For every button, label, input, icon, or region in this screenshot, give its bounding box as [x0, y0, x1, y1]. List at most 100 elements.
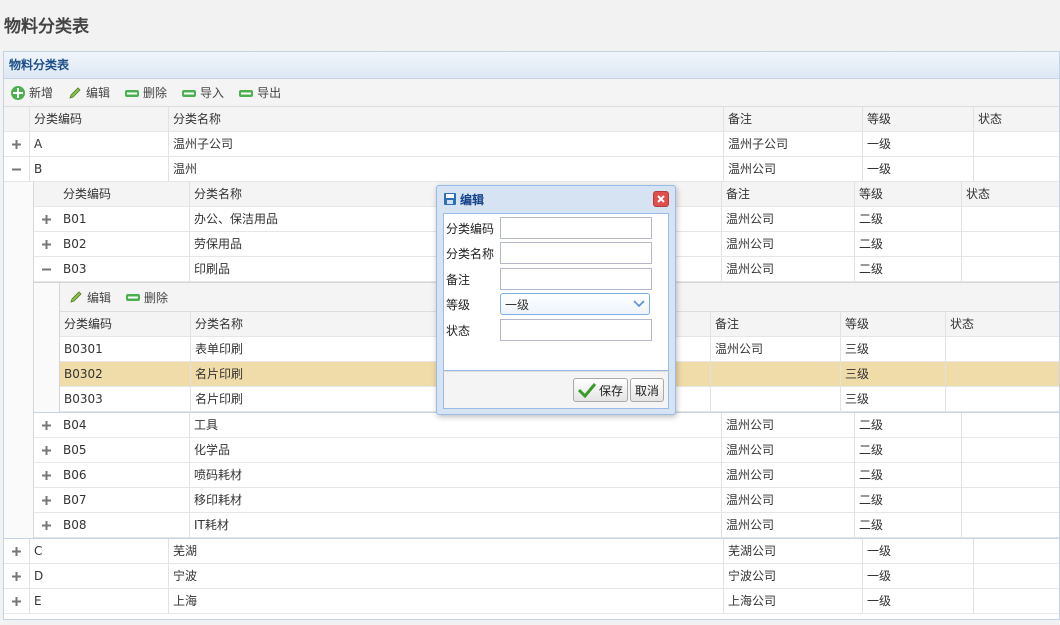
- collapse-toggle[interactable]: [35, 257, 57, 281]
- column-header-level[interactable]: 等级: [854, 182, 961, 206]
- expand-toggle[interactable]: [35, 232, 57, 256]
- import-button[interactable]: 导入: [181, 84, 224, 101]
- table-row[interactable]: B 温州 温州公司 一级: [4, 157, 1059, 182]
- cell-code: B01: [63, 212, 87, 226]
- remark-label: 备注: [446, 272, 471, 287]
- expand-toggle[interactable]: [35, 488, 57, 512]
- expand-icon: [41, 420, 51, 430]
- cell-remark: 温州公司: [721, 207, 854, 231]
- expand-icon: [11, 546, 21, 556]
- column-header-status[interactable]: 状态: [973, 107, 1059, 131]
- level-select[interactable]: 一级: [500, 293, 650, 315]
- edit-label: 编辑: [86, 86, 111, 100]
- column-header-level[interactable]: 等级: [840, 312, 945, 336]
- export-button[interactable]: 导出: [238, 84, 281, 101]
- close-button[interactable]: [653, 191, 669, 207]
- table-row[interactable]: E 上海 上海公司 一级: [4, 589, 1059, 614]
- save-label: 保存: [599, 383, 624, 398]
- cell-name: 移印耗材: [189, 488, 721, 512]
- table-row[interactable]: A 温州子公司 温州子公司 一级: [4, 132, 1059, 157]
- name-input[interactable]: [500, 242, 652, 264]
- cell-status: [973, 564, 1059, 588]
- table-row[interactable]: C 芜湖 芜湖公司 一级: [4, 539, 1059, 564]
- table-row[interactable]: B06 喷码耗材 温州公司 二级: [34, 463, 1059, 488]
- cell-level: 三级: [840, 337, 945, 361]
- expand-toggle[interactable]: [35, 438, 57, 462]
- expand-toggle[interactable]: [35, 513, 57, 537]
- cell-level: 一级: [862, 564, 973, 588]
- table-row[interactable]: D 宁波 宁波公司 一级: [4, 564, 1059, 589]
- cell-code: B07: [63, 493, 87, 507]
- cell-name: 工具: [189, 413, 721, 437]
- expand-toggle[interactable]: [35, 207, 57, 231]
- cell-code: B0301: [64, 342, 103, 356]
- cell-code: B03: [63, 262, 87, 276]
- cell-status: [961, 257, 1059, 281]
- cell-status: [973, 132, 1059, 156]
- expand-icon: [41, 239, 51, 249]
- expand-toggle[interactable]: [5, 539, 27, 563]
- delete-icon: [126, 294, 141, 301]
- delete-button[interactable]: 删除: [125, 289, 168, 306]
- collapse-toggle[interactable]: [5, 157, 27, 181]
- save-button[interactable]: 保存: [573, 378, 629, 402]
- status-input[interactable]: [500, 319, 652, 341]
- column-header-status[interactable]: 状态: [961, 182, 1059, 206]
- remark-input[interactable]: [500, 268, 652, 290]
- column-header-remark[interactable]: 备注: [710, 312, 840, 336]
- add-button[interactable]: 新增: [10, 84, 53, 101]
- table-row[interactable]: B07 移印耗材 温州公司 二级: [34, 488, 1059, 513]
- expand-toggle[interactable]: [5, 589, 27, 613]
- delete-label: 删除: [143, 86, 168, 100]
- expand-toggle[interactable]: [5, 564, 27, 588]
- column-header-remark[interactable]: 备注: [723, 107, 862, 131]
- expand-icon: [41, 445, 51, 455]
- cell-name: 上海: [168, 589, 723, 613]
- column-header-level[interactable]: 等级: [862, 107, 973, 131]
- import-icon: [182, 89, 197, 97]
- column-header-code[interactable]: 分类编码: [59, 182, 189, 206]
- cell-name: 芜湖: [168, 539, 723, 563]
- expand-toggle[interactable]: [35, 463, 57, 487]
- expand-icon: [11, 571, 21, 581]
- edit-button[interactable]: 编辑: [68, 289, 111, 306]
- cell-status: [961, 463, 1059, 487]
- expand-icon: [41, 470, 51, 480]
- dialog-title-bar[interactable]: 编辑: [437, 186, 675, 212]
- expand-toggle[interactable]: [35, 413, 57, 437]
- cell-remark: 温州公司: [723, 157, 862, 181]
- cell-remark: [710, 362, 840, 386]
- cell-level: 二级: [854, 513, 961, 537]
- column-header-code[interactable]: 分类编码: [29, 107, 168, 131]
- cell-name: 化学品: [189, 438, 721, 462]
- cell-level: 一级: [862, 132, 973, 156]
- check-icon: [578, 383, 596, 398]
- column-header-code[interactable]: 分类编码: [60, 312, 190, 336]
- cell-level: 三级: [840, 362, 945, 386]
- table-header-row: 分类编码 分类名称 备注 等级 状态: [4, 107, 1059, 132]
- cancel-button[interactable]: 取消: [630, 378, 665, 402]
- expand-toggle[interactable]: [5, 132, 27, 156]
- pencil-icon: [69, 86, 81, 99]
- cell-name: 温州: [168, 157, 723, 181]
- cell-level: 二级: [854, 232, 961, 256]
- code-label: 分类编码: [446, 221, 495, 236]
- table-row[interactable]: B04 工具 温州公司 二级: [34, 413, 1059, 438]
- cell-level: 一级: [862, 157, 973, 181]
- code-input[interactable]: [500, 217, 652, 239]
- column-header-remark[interactable]: 备注: [721, 182, 854, 206]
- cell-remark: 宁波公司: [723, 564, 862, 588]
- column-header-status[interactable]: 状态: [945, 312, 1059, 336]
- cell-code: C: [29, 539, 168, 563]
- table-row[interactable]: B08 IT耗材 温州公司 二级: [34, 513, 1059, 538]
- expand-icon: [41, 495, 51, 505]
- export-icon: [239, 89, 254, 97]
- delete-button[interactable]: 删除: [124, 84, 167, 101]
- cell-status: [945, 387, 1059, 411]
- column-header-name[interactable]: 分类名称: [168, 107, 723, 131]
- edit-button[interactable]: 编辑: [67, 84, 110, 101]
- level-select-value: 一级: [505, 297, 530, 312]
- level-label: 等级: [446, 297, 471, 312]
- cell-remark: 温州公司: [710, 337, 840, 361]
- table-row[interactable]: B05 化学品 温州公司 二级: [34, 438, 1059, 463]
